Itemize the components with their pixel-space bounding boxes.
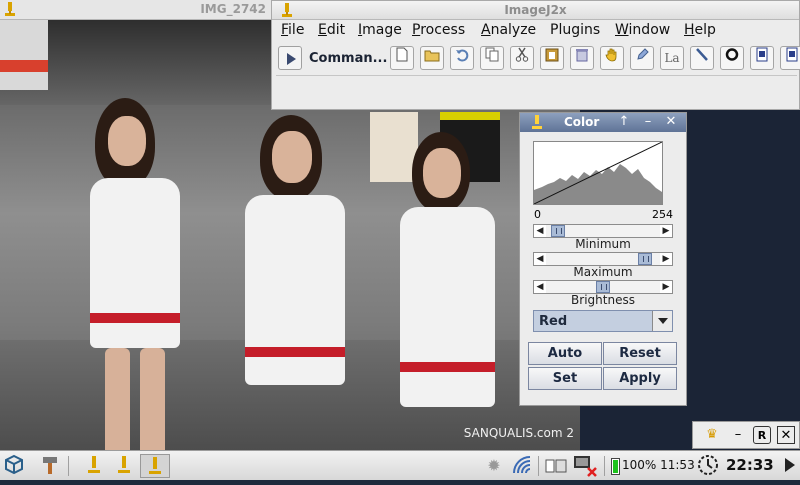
auto-button[interactable]: Auto xyxy=(528,342,602,365)
command-finder-label[interactable]: Comman... xyxy=(309,51,387,66)
cube-icon[interactable] xyxy=(2,454,26,478)
arrow-right-icon[interactable]: ▶ xyxy=(660,225,672,237)
menu-bar: File Edit Image Process Analyze Plugins … xyxy=(272,20,799,41)
set-button[interactable]: Set xyxy=(528,367,602,390)
slider-thumb[interactable] xyxy=(596,281,610,293)
battery-status: 100% 11:53 xyxy=(622,458,695,472)
photo-sign xyxy=(0,20,48,90)
clear-icon[interactable] xyxy=(570,46,594,70)
status-bar xyxy=(276,75,797,107)
taskbar-separator xyxy=(604,456,605,476)
slider-thumb[interactable] xyxy=(551,225,565,237)
hand-icon[interactable] xyxy=(600,46,624,70)
color-dialog-title: Color xyxy=(564,115,600,129)
menu-window[interactable]: Window xyxy=(615,22,670,38)
run-command-button[interactable] xyxy=(278,46,302,70)
clock-icon[interactable] xyxy=(696,454,720,478)
network-icon[interactable] xyxy=(544,454,568,478)
close-icon[interactable]: ✕ xyxy=(777,426,795,444)
chevron-down-icon[interactable] xyxy=(652,311,672,331)
wifi-icon[interactable] xyxy=(510,454,534,478)
gear-icon[interactable]: ✹ xyxy=(482,454,506,478)
arrow-left-icon[interactable]: ◀ xyxy=(534,225,546,237)
cut-icon[interactable] xyxy=(510,46,534,70)
color-dialog-titlebar[interactable]: Color ↑ – ✕ xyxy=(520,113,686,132)
histogram-max-label: 254 xyxy=(652,208,673,221)
line-icon[interactable] xyxy=(690,46,714,70)
clock-time[interactable]: 22:33 xyxy=(726,456,774,474)
brightness-label: Brightness xyxy=(571,293,635,307)
photo-person-left xyxy=(60,98,210,450)
image-window-title: IMG_2742 xyxy=(200,2,266,16)
photo-person-middle xyxy=(230,115,370,450)
paste-icon[interactable] xyxy=(540,46,564,70)
menu-help[interactable]: Help xyxy=(684,22,716,38)
menu-image[interactable]: Image xyxy=(358,22,402,38)
histogram-area xyxy=(534,164,662,204)
microscope-icon[interactable] xyxy=(82,454,106,478)
maximum-slider[interactable]: ◀ ▶ xyxy=(533,252,673,266)
brush-icon[interactable] xyxy=(38,454,62,478)
doc-icon[interactable] xyxy=(750,46,774,70)
crown-icon[interactable]: ♛ xyxy=(703,426,721,444)
brightness-slider[interactable]: ◀ ▶ xyxy=(533,280,673,294)
battery-icon xyxy=(611,458,620,475)
minimize-icon[interactable]: – xyxy=(729,426,747,444)
copy-icon[interactable] xyxy=(480,46,504,70)
menu-plugins[interactable]: Plugins xyxy=(550,22,600,38)
sidebar-icon[interactable] xyxy=(778,454,800,478)
window-controls-box: ♛ – R ✕ xyxy=(692,421,800,449)
maximum-label: Maximum xyxy=(573,265,633,279)
arrow-left-icon[interactable]: ◀ xyxy=(534,253,546,265)
display-icon[interactable] xyxy=(572,454,597,478)
new-icon[interactable] xyxy=(390,46,414,70)
taskbar-separator xyxy=(538,456,539,476)
histogram-min-label: 0 xyxy=(534,208,541,221)
photo-watermark: SANQUALIS.com 2 xyxy=(463,426,574,440)
microscope-icon[interactable] xyxy=(112,454,136,478)
text-tool-icon[interactable]: La xyxy=(660,46,684,70)
arrow-right-icon[interactable]: ▶ xyxy=(660,281,672,293)
open-icon[interactable] xyxy=(420,46,444,70)
channel-select-value: Red xyxy=(539,314,568,329)
channel-select[interactable]: Red xyxy=(533,310,673,332)
menu-file[interactable]: File xyxy=(281,22,304,38)
revert-icon[interactable] xyxy=(450,46,474,70)
reset-button[interactable]: Reset xyxy=(603,342,677,365)
taskbar: ✹ 100% 11:53 22:33 xyxy=(0,450,800,480)
minimum-slider[interactable]: ◀ ▶ xyxy=(533,224,673,238)
histogram xyxy=(533,141,663,205)
imagej-main-window: ImageJ2x File Edit Image Process Analyze… xyxy=(271,0,800,110)
microscope-icon xyxy=(530,114,544,135)
slider-thumb[interactable] xyxy=(638,253,652,265)
toolbar: Comman... La xyxy=(272,43,800,73)
microscope-icon[interactable] xyxy=(140,454,170,478)
play-icon xyxy=(287,53,296,65)
menu-edit[interactable]: Edit xyxy=(318,22,345,38)
imagej-title: ImageJ2x xyxy=(504,3,567,17)
imagej-titlebar[interactable]: ImageJ2x xyxy=(272,1,799,20)
doc2-icon[interactable] xyxy=(780,46,800,70)
menu-analyze[interactable]: Analyze xyxy=(481,22,536,38)
shade-icon[interactable]: ↑ xyxy=(616,114,632,130)
arrow-left-icon[interactable]: ◀ xyxy=(534,281,546,293)
arrow-right-icon[interactable]: ▶ xyxy=(660,253,672,265)
minimum-label: Minimum xyxy=(575,237,631,251)
taskbar-separator xyxy=(68,456,69,476)
minimize-icon[interactable]: – xyxy=(640,114,656,130)
menu-process[interactable]: Process xyxy=(412,22,465,38)
close-icon[interactable]: ✕ xyxy=(663,114,679,130)
pencil-icon[interactable] xyxy=(630,46,654,70)
oval-icon[interactable] xyxy=(720,46,744,70)
color-dialog: Color ↑ – ✕ 0 254 ◀ ▶ Minimum ◀ ▶ Maximu… xyxy=(519,112,687,406)
photo-person-right xyxy=(390,132,520,450)
apply-button[interactable]: Apply xyxy=(603,367,677,390)
restore-icon[interactable]: R xyxy=(753,426,771,444)
image-window-titlebar[interactable]: IMG_2742 xyxy=(0,0,272,20)
